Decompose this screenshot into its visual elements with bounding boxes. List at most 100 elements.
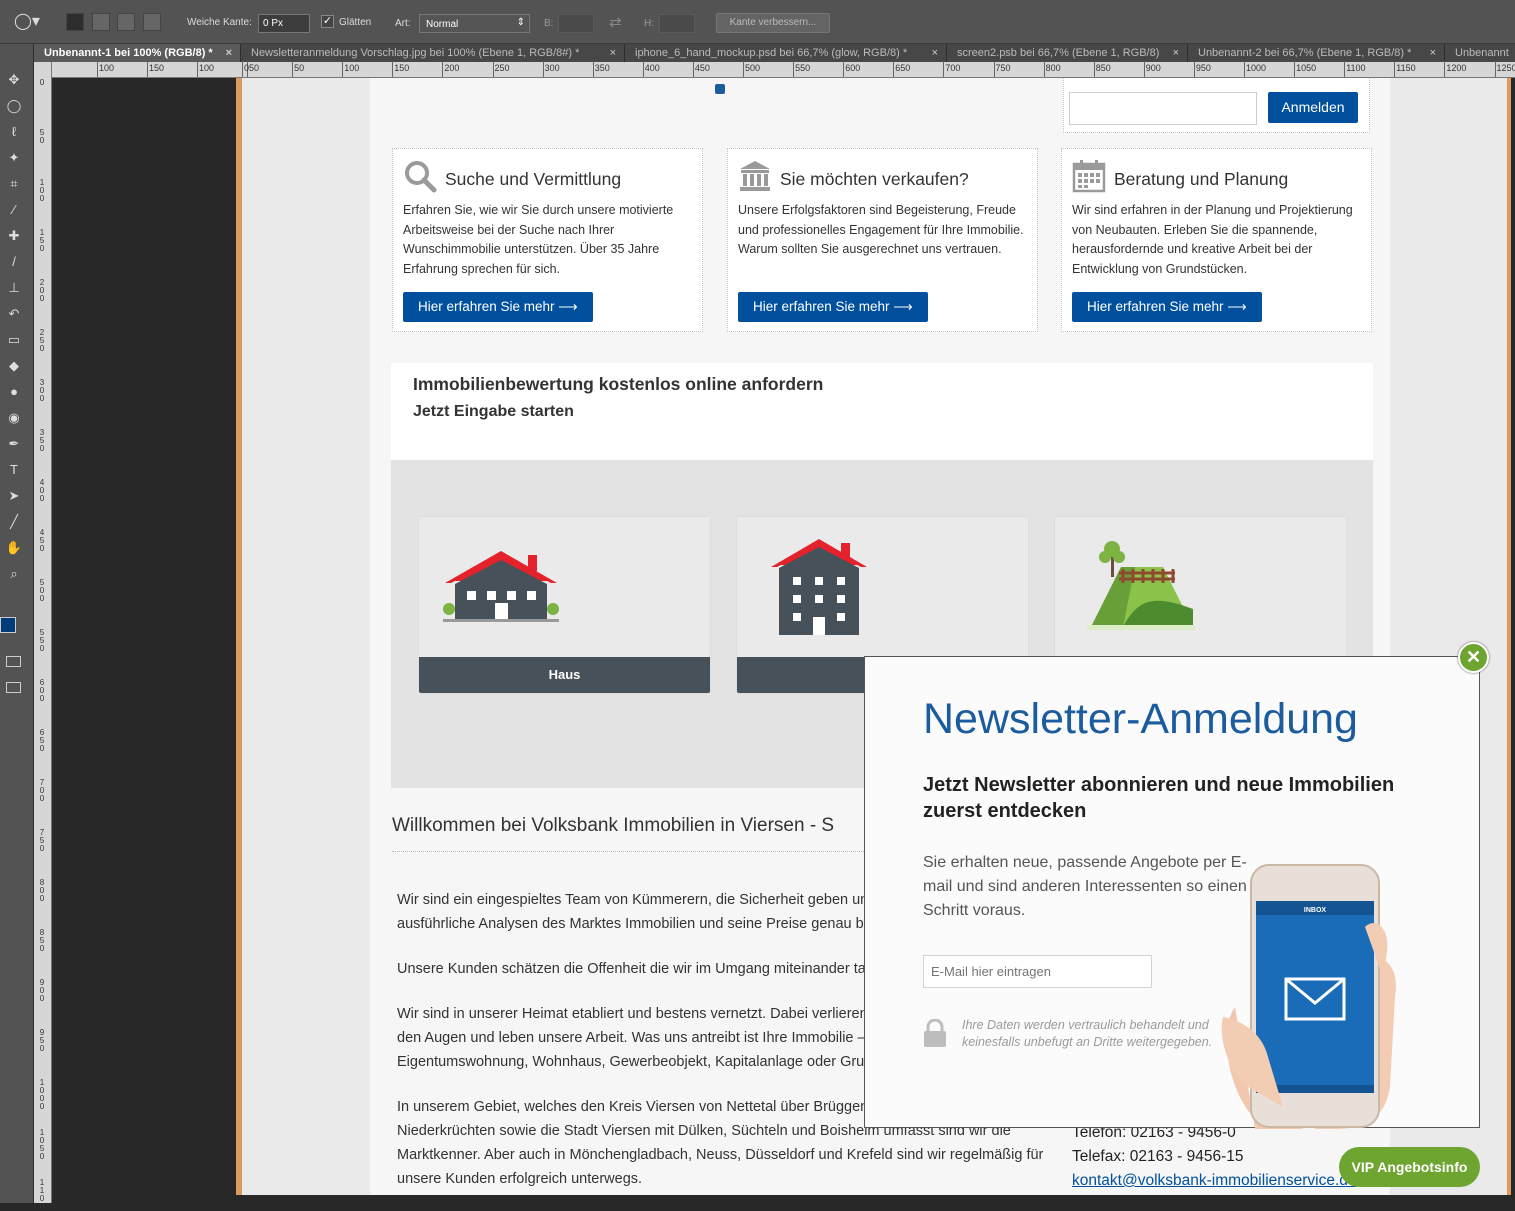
ruler-label: 100 [99, 63, 114, 73]
close-icon[interactable]: × [226, 44, 232, 62]
tab-unbenannt-overflow[interactable]: Unbenannt [1445, 44, 1515, 62]
move-icon[interactable]: ✥ [5, 72, 23, 88]
close-icon[interactable]: × [1173, 44, 1179, 62]
login-input[interactable] [1069, 92, 1257, 125]
ruler-tick [943, 61, 944, 77]
ruler-tick [743, 61, 744, 77]
subtract-selection-icon[interactable] [117, 13, 135, 31]
lasso-icon[interactable]: ℓ [5, 124, 23, 140]
width-input[interactable] [558, 14, 594, 33]
ruler-label: 350 [37, 429, 47, 453]
house-icon [441, 537, 561, 627]
close-icon[interactable]: × [1430, 44, 1436, 62]
feather-input[interactable]: 0 Px [258, 14, 310, 33]
marquee-icon[interactable]: ◯ [5, 98, 23, 114]
ruler-label: 1050 [37, 1129, 47, 1161]
swap-icon[interactable]: ⇄ [609, 13, 622, 31]
tab-screen2[interactable]: screen2.psb bei 66,7% (Ebene 1, RGB/8)× [947, 44, 1188, 62]
popup-close-button[interactable]: ✕ [1458, 642, 1489, 673]
marquee-tool-preset-icon[interactable]: ◯▾ [14, 13, 40, 31]
tab-label: Newsletteranmeldung Vorschlag.jpg bei 10… [251, 47, 579, 59]
crop-icon[interactable]: ⌗ [5, 176, 23, 192]
new-selection-icon[interactable] [66, 13, 84, 31]
dodge-icon[interactable]: ◉ [5, 410, 23, 426]
newsletter-email-input[interactable] [923, 955, 1152, 988]
ruler-label: 550 [37, 629, 47, 653]
ruler-label: 500 [745, 63, 760, 73]
service-card-search: Suche und Vermittlung Erfahren Sie, wie … [392, 148, 703, 332]
brush-icon[interactable]: / [5, 254, 23, 270]
vip-offer-button[interactable]: VIP Angebotsinfo [1339, 1147, 1480, 1187]
card-title: Suche und Vermittlung [445, 169, 621, 190]
card-more-button[interactable]: Hier erfahren Sie mehr ⟶ [1072, 292, 1262, 322]
contact-email-link[interactable]: kontakt@volksbank-immobilienservice.de [1072, 1172, 1357, 1190]
ruler-tick [1194, 61, 1195, 77]
login-button[interactable]: Anmelden [1268, 92, 1358, 123]
eyedropper-icon[interactable]: ⁄ [5, 202, 23, 218]
card-more-button[interactable]: Hier erfahren Sie mehr ⟶ [403, 292, 593, 322]
ruler-tick [1244, 61, 1245, 77]
ruler-tick [97, 61, 98, 77]
pen-icon[interactable]: ✒ [5, 436, 23, 452]
options-bar: ◯▾ Weiche Kante: 0 Px ✓ Glätten Art: Nor… [0, 0, 1515, 44]
refine-edge-button[interactable]: Kante verbessern... [716, 13, 830, 33]
history-brush-icon[interactable]: ↶ [5, 306, 23, 322]
height-input[interactable] [659, 14, 695, 33]
ruler-label: 200 [37, 279, 47, 303]
tab-unbenannt-1[interactable]: Unbenannt-1 bei 100% (RGB/8) *× [34, 44, 241, 62]
ruler-tick [1394, 61, 1395, 77]
path-select-icon[interactable]: ➤ [5, 488, 23, 504]
tab-iphone-mockup[interactable]: iphone_6_hand_mockup.psd bei 66,7% (glow… [625, 44, 947, 62]
ruler-label: 850 [1096, 63, 1111, 73]
close-icon[interactable]: × [932, 44, 938, 62]
ruler-label: 1000 [37, 1079, 47, 1111]
eraser-icon[interactable]: ▭ [5, 332, 23, 348]
contact-fax: Telefax: 02163 - 9456-15 [1072, 1148, 1243, 1166]
healing-icon[interactable]: ✚ [5, 228, 23, 244]
quick-mask-icon[interactable] [6, 656, 21, 667]
foreground-color-swatch[interactable] [0, 617, 16, 633]
tab-newsletteranmeldung[interactable]: Newsletteranmeldung Vorschlag.jpg bei 10… [241, 44, 625, 62]
property-tile-house[interactable]: Haus [418, 516, 711, 694]
close-icon[interactable]: × [610, 44, 616, 62]
tab-label: Unbenannt [1455, 47, 1509, 59]
ruler-label: 800 [37, 879, 47, 903]
ruler-label: 600 [37, 679, 47, 703]
ruler-tick [643, 61, 644, 77]
blur-icon[interactable]: ● [5, 384, 23, 400]
valuation-banner[interactable]: Immobilienbewertung kostenlos online anf… [391, 363, 1373, 460]
calendar-icon [1072, 159, 1106, 193]
ruler-label: 1100 [1346, 63, 1365, 73]
ruler-label: 250 [495, 63, 510, 73]
magic-wand-icon[interactable]: ✦ [5, 150, 23, 166]
ruler-tick [893, 61, 894, 77]
zoom-icon[interactable]: ⌕ [5, 566, 23, 582]
ruler-label: 150 [37, 229, 47, 253]
type-icon[interactable]: T [5, 462, 23, 478]
ruler-label: 1200 [1446, 63, 1466, 73]
ruler-label: 1050 [1296, 63, 1316, 73]
hand-icon[interactable]: ✋ [5, 540, 23, 556]
ruler-label: 550 [795, 63, 810, 73]
welcome-heading: Willkommen bei Volksbank Immobilien in V… [392, 815, 834, 837]
stamp-icon[interactable]: ⊥ [5, 280, 23, 296]
ruler-label: 500 [37, 579, 47, 603]
property-tile-label: Haus [419, 657, 710, 693]
line-icon[interactable]: ╱ [5, 514, 23, 530]
ruler-tick [493, 61, 494, 77]
feather-label: Weiche Kante: [187, 17, 252, 28]
add-to-selection-icon[interactable] [92, 13, 110, 31]
slider-dot[interactable] [715, 84, 725, 94]
style-select[interactable]: Normal⇕ [419, 14, 530, 33]
vertical-ruler: 0501001502002503003504004505005506006507… [34, 62, 52, 1203]
card-more-button[interactable]: Hier erfahren Sie mehr ⟶ [738, 292, 928, 322]
antialias-checkbox[interactable]: ✓ [321, 15, 334, 28]
horizontal-ruler: 1001501005005010015020025030035040045050… [52, 62, 1515, 78]
bucket-icon[interactable]: ◆ [5, 358, 23, 374]
width-label: B: [544, 18, 553, 29]
tab-unbenannt-2[interactable]: Unbenannt-2 bei 66,7% (Ebene 1, RGB/8) *… [1188, 44, 1445, 62]
valuation-subtitle: Jetzt Eingabe starten [413, 403, 574, 421]
phone-screen-title: INBOX [1304, 907, 1327, 914]
screen-mode-icon[interactable] [6, 682, 21, 693]
intersect-selection-icon[interactable] [143, 13, 161, 31]
